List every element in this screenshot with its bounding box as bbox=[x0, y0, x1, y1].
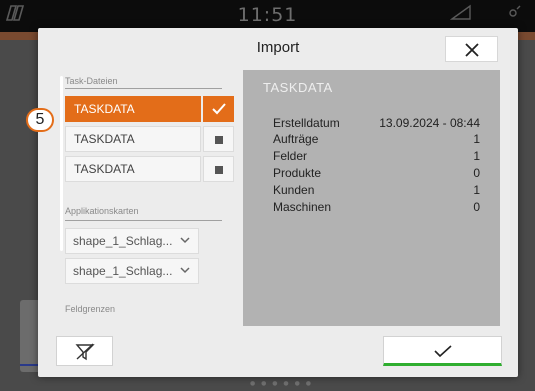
section-label-field-boundaries: Feldgrenzen bbox=[65, 304, 116, 314]
detail-panel: TASKDATA Erstelldatum 13.09.2024 - 08:44… bbox=[243, 70, 500, 326]
task-file-item[interactable]: TASKDATA bbox=[65, 156, 234, 182]
section-label-application-maps: Applikationskarten bbox=[65, 206, 139, 216]
task-file-label: TASKDATA bbox=[65, 156, 201, 182]
detail-value: 0 bbox=[473, 200, 480, 214]
checkbox-unchecked[interactable] bbox=[203, 126, 234, 152]
callout-number: 5 bbox=[26, 108, 54, 132]
satellite-icon bbox=[505, 4, 523, 24]
application-map-dropdown[interactable]: shape_1_Schlag... bbox=[65, 258, 199, 284]
detail-key: Aufträge bbox=[273, 132, 319, 146]
detail-key: Felder bbox=[273, 149, 308, 163]
section-divider bbox=[65, 88, 222, 89]
detail-value: 1 bbox=[473, 183, 480, 197]
chevron-down-icon bbox=[180, 267, 190, 274]
confirm-button[interactable] bbox=[383, 336, 502, 366]
task-file-label: TASKDATA bbox=[65, 96, 201, 122]
task-file-item[interactable]: TASKDATA bbox=[65, 126, 234, 152]
application-map-dropdown[interactable]: shape_1_Schlag... bbox=[65, 228, 199, 254]
section-label-task-files: Task-Dateien bbox=[65, 76, 118, 86]
checkbox-checked[interactable] bbox=[203, 96, 234, 122]
detail-title: TASKDATA bbox=[263, 80, 333, 95]
file-list-panel: Task-Dateien TASKDATA TASKDATA TASKDATA … bbox=[56, 70, 242, 326]
dropdown-value: shape_1_Schlag... bbox=[73, 234, 173, 248]
dropdown-value: shape_1_Schlag... bbox=[73, 264, 173, 278]
signal-icon bbox=[449, 4, 472, 24]
task-file-label: TASKDATA bbox=[65, 126, 201, 152]
page-indicator: ● ● ● ● ● ● bbox=[250, 380, 313, 387]
filter-button[interactable] bbox=[56, 336, 113, 366]
section-divider bbox=[65, 220, 222, 221]
close-icon bbox=[465, 43, 479, 57]
checkbox-square-icon bbox=[215, 166, 223, 174]
detail-key: Produkte bbox=[273, 166, 322, 180]
callout-marker: 5 bbox=[26, 108, 70, 132]
task-file-item[interactable]: TASKDATA bbox=[65, 96, 234, 122]
chevron-down-icon bbox=[180, 237, 190, 244]
checkbox-square-icon bbox=[215, 136, 223, 144]
detail-key: Maschinen bbox=[273, 200, 332, 214]
close-button[interactable] bbox=[445, 36, 498, 62]
checkmark-icon bbox=[212, 103, 226, 115]
checkbox-unchecked[interactable] bbox=[203, 156, 234, 182]
filter-off-icon bbox=[75, 343, 95, 361]
detail-key: Kunden bbox=[273, 183, 315, 197]
detail-key: Erstelldatum bbox=[273, 116, 340, 130]
import-dialog: Import Task-Dateien TASKDATA TASKDATA TA… bbox=[38, 28, 518, 377]
detail-value: 13.09.2024 - 08:44 bbox=[379, 116, 480, 130]
detail-value: 1 bbox=[473, 149, 480, 163]
detail-value: 0 bbox=[473, 166, 480, 180]
detail-value: 1 bbox=[473, 132, 480, 146]
checkmark-icon bbox=[434, 345, 452, 358]
